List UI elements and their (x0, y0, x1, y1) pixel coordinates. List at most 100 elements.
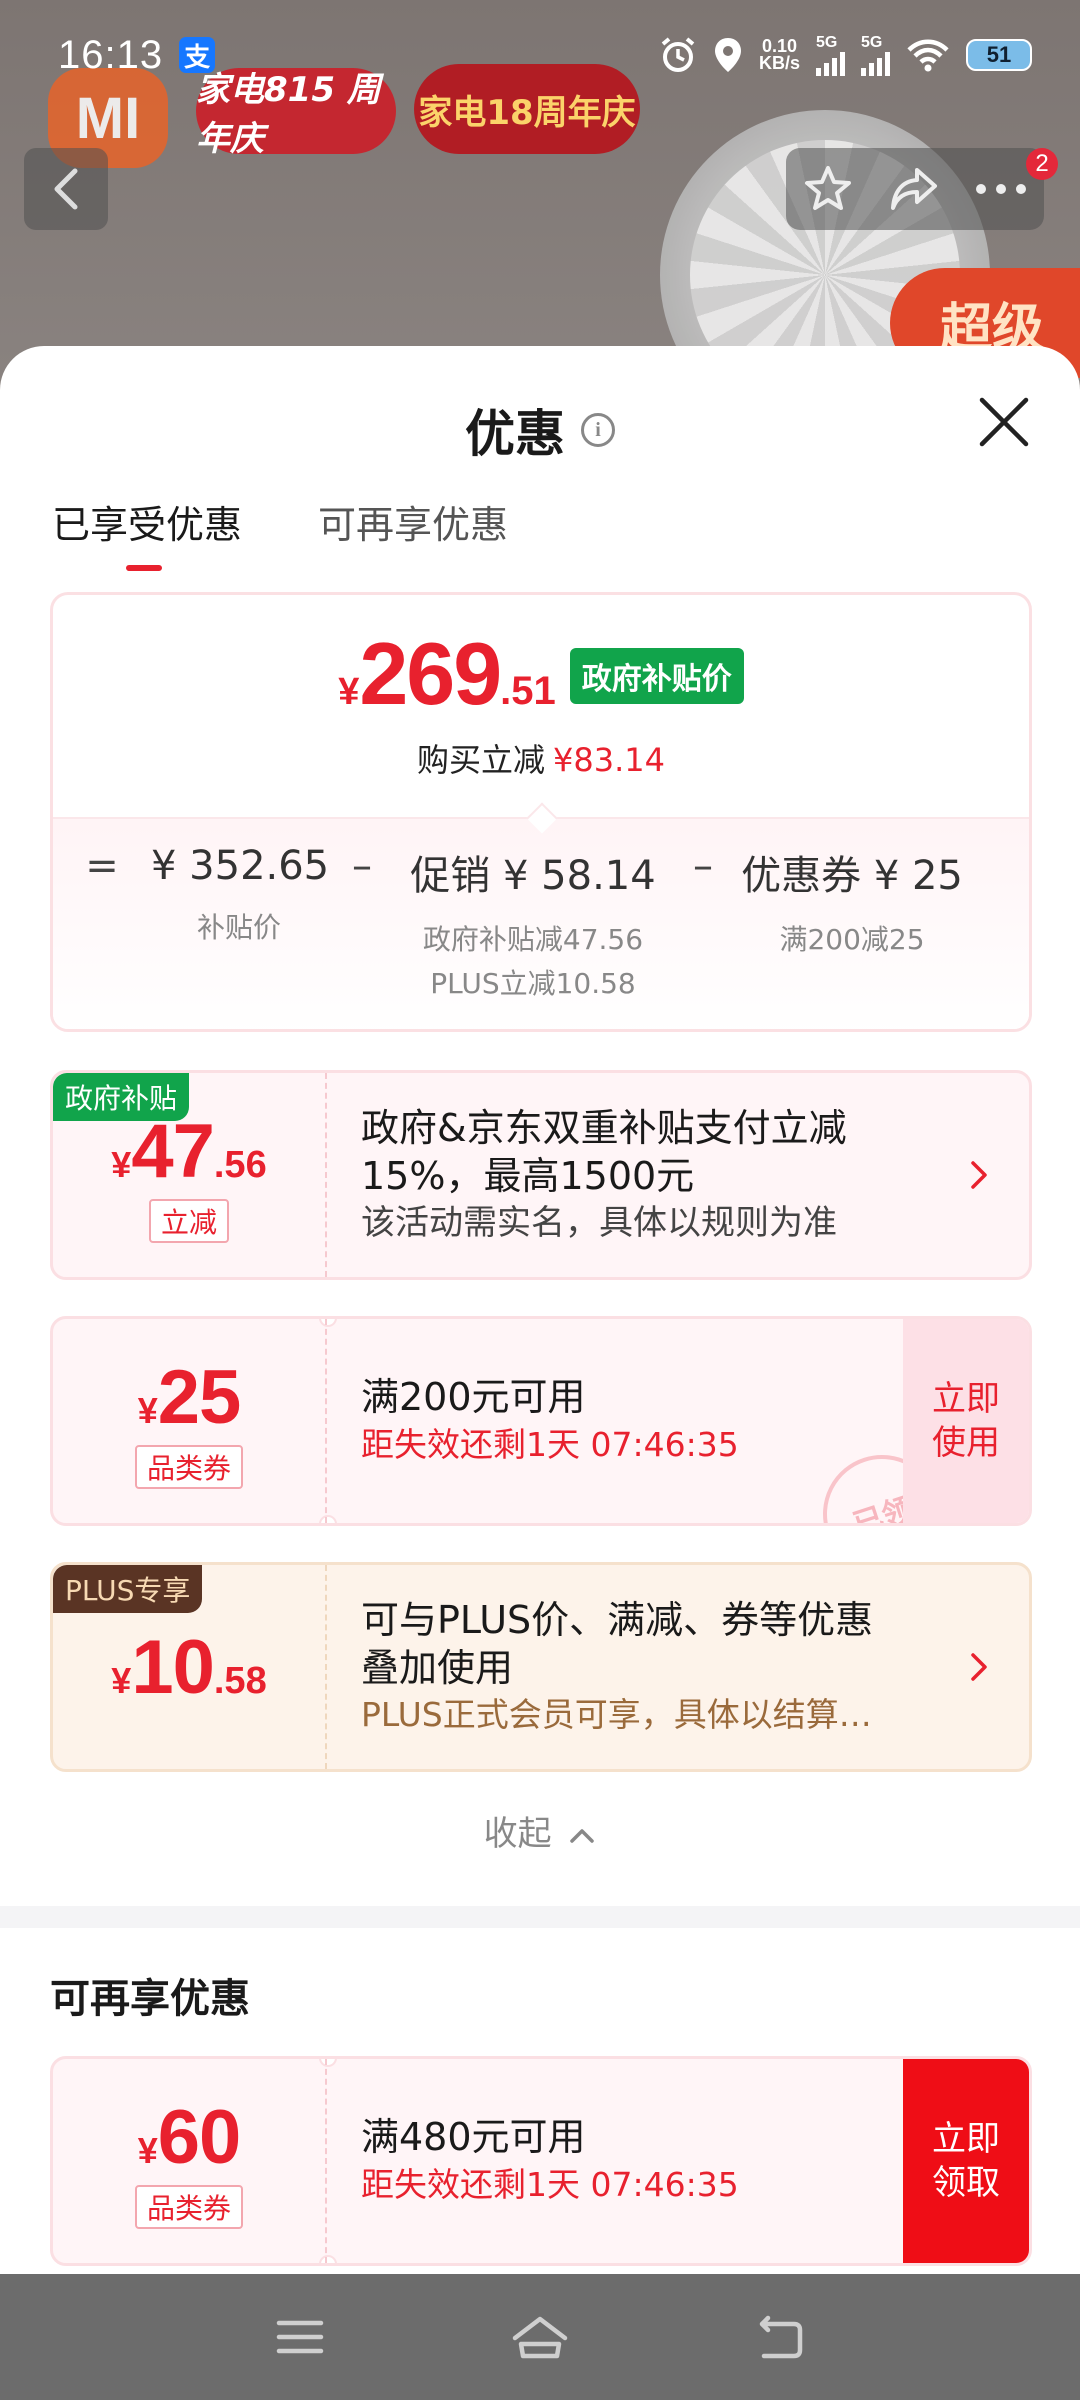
gov-subsidy-price-tag: 政府补贴价 (569, 648, 744, 704)
info-icon[interactable]: i (581, 413, 615, 447)
coupon-rule: 满200减25 (779, 923, 925, 956)
alipay-notification-icon: 支 (179, 37, 216, 73)
coupon-description: 满200元可用 距失效还剩1天 07:46:35 (361, 1319, 739, 1523)
cart-count-badge: 2 (1026, 148, 1058, 180)
promo-detail: 政府补贴减47.56 PLUS立减10.58 (397, 917, 669, 1007)
discount-tabs: 已享受优惠 可再享优惠 (52, 494, 508, 571)
currency-symbol: ¥ (111, 1143, 132, 1185)
price-integer: 269 (359, 624, 502, 723)
coupon-col: 优惠券 ¥ 25 满200减25 (737, 843, 967, 1007)
coupon-desc-line-2: 15%，最高1500元 (361, 1154, 695, 1198)
sheet-title: 优惠 (465, 405, 565, 463)
chevron-right-icon[interactable] (961, 1649, 997, 1685)
return-button[interactable] (750, 2307, 810, 2367)
network-speed: 0.10 KB/s (758, 36, 800, 73)
coupon-value: 优惠券 ¥ 25 (741, 853, 963, 899)
amount-integer: 47 (131, 1108, 215, 1194)
share-icon[interactable] (887, 164, 941, 214)
base-price-col: ¥ 352.65 补贴价 (151, 843, 330, 1007)
coupon-countdown: 距失效还剩1天 07:46:35 (361, 1425, 739, 1464)
amount-decimal: .58 (213, 1659, 267, 1702)
back-button[interactable] (24, 148, 108, 230)
category-coupon-card: ¥ 25 品类券 满200元可用 距失效还剩1天 07:46:35 已领 立即使… (50, 1316, 1032, 1526)
collapse-button[interactable]: 收起 (0, 1806, 1080, 1855)
signal-sim-2: 5G (861, 34, 890, 76)
price-summary-card: ¥ 269 .51 政府补贴价 购买立减 ¥83.14 = ¥ 352.65 补贴… (50, 592, 1032, 1032)
close-icon[interactable] (976, 394, 1032, 450)
purchase-reduction: 购买立减 ¥83.14 (53, 735, 1029, 781)
minus-sign: – (352, 843, 372, 889)
coupon-description: 政府&京东双重补贴支付立减 15%，最高1500元 该活动需实名，具体以规则为准 (361, 1073, 847, 1277)
chevron-right-icon[interactable] (961, 1157, 997, 1193)
more-discounts-title: 可再享优惠 (50, 1976, 250, 2022)
amount-integer: 10 (131, 1624, 215, 1710)
coupon-amount: ¥ 47 .56 (111, 1108, 266, 1195)
plus-desc-line-2: 叠加使用 (361, 1646, 514, 1690)
claim-now-button[interactable]: 立即领取 (903, 2059, 1029, 2263)
coupon-description: 可与PLUS价、满减、券等优惠 叠加使用 PLUS正式会员可享，具体以结算… (361, 1565, 873, 1769)
coupon-countdown: 距失效还剩1天 07:46:35 (361, 2165, 739, 2204)
equals-sign: = (85, 843, 119, 889)
use-now-button[interactable]: 立即使用 (903, 1319, 1029, 1523)
location-icon (714, 38, 741, 72)
plus-desc-line-1: 可与PLUS价、满减、券等优惠 (361, 1598, 874, 1642)
signal-sim-1: 5G (816, 34, 845, 76)
reduction-value: ¥83.14 (553, 741, 665, 779)
star-icon[interactable] (802, 163, 854, 215)
final-price: ¥ 269 .51 政府补贴价 (53, 623, 1029, 725)
plus-desc-line-3: PLUS正式会员可享，具体以结算… (361, 1695, 872, 1734)
battery-indicator: 51 (966, 39, 1032, 71)
base-price-label: 补贴价 (196, 911, 281, 944)
coupon-amount-area: ¥ 10 .58 (53, 1565, 327, 1769)
discount-sheet: 优惠 i 已享受优惠 可再享优惠 ¥ 269 .51 政府补贴价 购买立减 ¥83… (0, 346, 1080, 2274)
menu-icon (276, 2320, 324, 2354)
price-formula: = ¥ 352.65 补贴价 – 促销 ¥ 58.14 政府补贴减47.56 P… (53, 843, 1029, 1007)
coupon-desc-line-1: 政府&京东双重补贴支付立减 (361, 1106, 847, 1150)
back-icon (54, 168, 78, 210)
sheet-header: 优惠 i (0, 394, 1080, 466)
more-icon[interactable] (974, 182, 1028, 196)
system-navigation-bar (0, 2274, 1080, 2400)
coupon-type-tag: 品类券 (134, 2184, 243, 2229)
reduction-label: 购买立减 (417, 741, 546, 779)
coupon-type-tag: 立减 (148, 1198, 229, 1243)
coupon-amount: ¥ 10 .58 (111, 1624, 266, 1711)
menu-button[interactable] (270, 2307, 330, 2367)
gov-subsidy-card[interactable]: 政府补贴 ¥ 47 .56 立减 政府&京东双重补贴支付立减 15%，最高150… (50, 1070, 1032, 1280)
base-price-value: ¥ 352.65 (151, 843, 330, 889)
wifi-icon (907, 39, 949, 72)
coupon-amount: ¥ 60 (137, 2094, 242, 2181)
coupon-description: 满480元可用 距失效还剩1天 07:46:35 (361, 2059, 739, 2263)
promo-gov-subsidy: 政府补贴减47.56 (422, 923, 644, 956)
tab-enjoyed[interactable]: 已享受优惠 (52, 494, 242, 571)
status-time: 16:13 (58, 32, 164, 77)
currency-symbol: ¥ (137, 1389, 158, 1431)
status-bar: 16:13 支 0.10 KB/s 5G 5G 51 (0, 0, 1080, 110)
coupon-desc-line-3: 该活动需实名，具体以规则为准 (361, 1203, 837, 1243)
coupon-condition: 满200元可用 (361, 1375, 586, 1419)
minus-sign-2: – (693, 843, 713, 889)
plus-exclusive-card[interactable]: PLUS专享 ¥ 10 .58 可与PLUS价、满减、券等优惠 叠加使用 PLU… (50, 1562, 1032, 1772)
coupon-type-tag: 品类券 (134, 1444, 243, 1489)
return-icon (759, 2315, 803, 2359)
tab-available[interactable]: 可再享优惠 (318, 494, 508, 571)
currency-symbol: ¥ (137, 2129, 158, 2171)
section-divider (0, 1906, 1080, 1928)
price-decimal: .51 (500, 669, 556, 713)
currency-symbol: ¥ (111, 1659, 132, 1701)
claimable-coupon-card: ¥ 60 品类券 满480元可用 距失效还剩1天 07:46:35 立即领取 (50, 2056, 1032, 2266)
amount-decimal: .56 (213, 1143, 267, 1186)
home-button[interactable] (510, 2307, 570, 2367)
coupon-condition: 满480元可用 (361, 2115, 586, 2159)
promo-col: 促销 ¥ 58.14 政府补贴减47.56 PLUS立减10.58 (397, 843, 669, 1007)
alarm-icon (661, 37, 695, 72)
coupon-amount-area: ¥ 60 品类券 (53, 2059, 327, 2263)
amount-integer: 60 (157, 2094, 242, 2180)
use-now-label: 立即使用 (932, 1379, 1000, 1463)
promo-plus: PLUS立减10.58 (430, 967, 636, 1000)
currency-symbol: ¥ (338, 671, 360, 713)
home-icon (512, 2316, 568, 2359)
claim-now-label: 立即领取 (932, 2119, 1000, 2203)
promo-value: 促销 ¥ 58.14 (410, 853, 656, 899)
amount-integer: 25 (157, 1354, 242, 1440)
